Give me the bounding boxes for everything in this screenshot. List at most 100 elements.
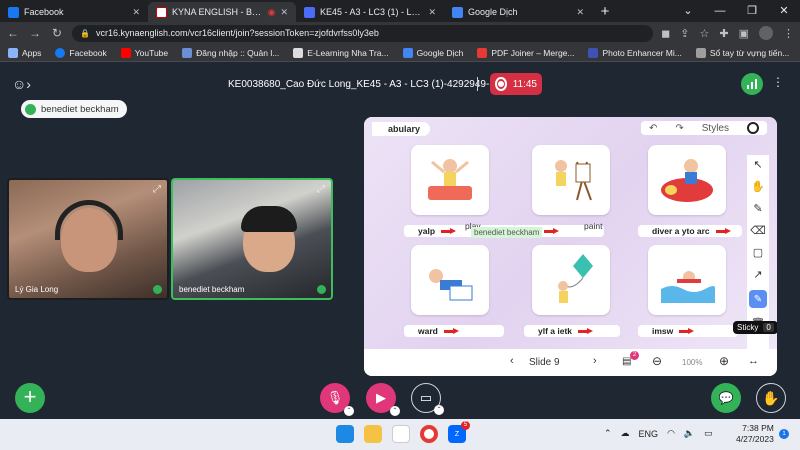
chevron-up-icon[interactable]: ⌃ xyxy=(344,406,354,416)
windows-start-icon[interactable] xyxy=(336,425,354,443)
tab-lesson-plan[interactable]: KE45 - A3 - LC3 (1) - Lesson Plan ✕ xyxy=(296,2,444,22)
slide-section-title: abulary xyxy=(372,122,431,136)
screen-share-button[interactable]: ▭ ⌃ xyxy=(411,383,444,415)
video-tile-teacher[interactable]: ⤢ Lý Gia Long xyxy=(7,178,169,300)
chevron-up-icon[interactable]: ⌃ xyxy=(390,406,400,416)
fit-width-icon[interactable]: ↔ xyxy=(748,355,759,367)
cloud-icon[interactable]: ☁ xyxy=(621,428,630,439)
participants-icon[interactable]: ☺› xyxy=(12,76,31,92)
zoom-out-icon[interactable]: ⊖ xyxy=(652,354,662,368)
bookmark-photo-enhancer[interactable]: Photo Enhancer Mi... xyxy=(588,47,682,58)
video-tile-student[interactable]: ⤢ benediet beckham xyxy=(171,178,333,300)
tab-search-icon[interactable]: ⌄ xyxy=(672,0,704,22)
profile-avatar[interactable] xyxy=(759,26,773,40)
battery-icon[interactable]: ▭ xyxy=(704,428,713,439)
browser-toolbar: ← → ↻ 🔒 vcr16.kynaenglish.com/vcr16clien… xyxy=(0,22,800,44)
browser-menu-icon[interactable]: ⋮ xyxy=(783,27,794,40)
bookmark-youtube[interactable]: YouTube xyxy=(120,47,168,58)
bookmark-label: PDF Joiner – Merge... xyxy=(491,47,575,58)
language-indicator[interactable]: ENG xyxy=(639,429,659,439)
undo-icon[interactable]: ↶ xyxy=(649,123,657,134)
close-icon[interactable]: ✕ xyxy=(576,7,584,18)
bookmark-label: Apps xyxy=(22,47,42,58)
chevron-up-icon[interactable]: ⌃ xyxy=(434,405,444,415)
network-signal-icon[interactable] xyxy=(741,73,763,95)
microphone-button[interactable]: 🎙 ⌃ xyxy=(320,383,354,416)
student-answer[interactable]: paint xyxy=(584,221,602,231)
chevron-up-icon[interactable]: ⌃ xyxy=(604,428,612,439)
minimize-icon[interactable]: — xyxy=(704,0,736,22)
vocab-card-play xyxy=(411,145,489,215)
tab-title: Facebook xyxy=(24,7,64,17)
recording-button[interactable]: 11:45 xyxy=(490,73,542,95)
google-translate-icon xyxy=(452,6,463,18)
sticky-note-icon[interactable]: ✎ xyxy=(749,290,767,308)
whiteboard[interactable]: ⊖ abulary ↶ ↷ Styles yalp play xyxy=(364,117,777,376)
add-button[interactable]: + xyxy=(15,383,45,413)
wifi-icon[interactable]: ◠ xyxy=(667,428,675,439)
expand-icon[interactable]: ⤢ xyxy=(153,184,161,195)
pen-icon[interactable]: ✎ xyxy=(753,202,762,215)
more-options-icon[interactable]: ⋮ xyxy=(772,75,784,89)
back-icon[interactable]: ← xyxy=(6,26,20,40)
bookmark-google-translate[interactable]: Google Dịch xyxy=(402,47,463,58)
google-translate-icon xyxy=(402,47,413,58)
kid-flying-kite-picture xyxy=(558,254,593,303)
slide-indicator[interactable]: Slide 9 xyxy=(529,357,560,368)
zalo-icon[interactable]: Z5 xyxy=(448,421,470,443)
reload-icon[interactable]: ↻ xyxy=(50,26,64,40)
bookmark-dang-nhap[interactable]: Đăng nhập :: Quản l... xyxy=(182,47,280,58)
notification-badge[interactable]: 1 xyxy=(779,429,789,439)
file-explorer-icon[interactable] xyxy=(364,425,382,443)
store-icon[interactable] xyxy=(392,425,410,443)
sidepanel-icon[interactable]: ▣ xyxy=(739,27,749,40)
bookmark-apps[interactable]: Apps xyxy=(8,47,42,58)
share-icon[interactable]: ⇪ xyxy=(680,27,689,40)
forward-icon[interactable]: → xyxy=(28,26,42,40)
lock-icon[interactable]: 🔒 xyxy=(80,29,90,38)
volume-icon[interactable]: 🔈 xyxy=(684,428,695,439)
hair-graphic xyxy=(241,206,297,232)
close-icon[interactable]: ✕ xyxy=(428,7,436,18)
bookmark-star-icon[interactable]: ☆ xyxy=(700,27,710,40)
tab-facebook[interactable]: Facebook ✕ xyxy=(0,2,148,22)
raise-hand-button[interactable]: ✋ xyxy=(756,383,786,413)
new-tab-button[interactable]: + xyxy=(592,2,618,22)
kid-drawing-picture xyxy=(429,269,473,301)
bookmark-pdf-joiner[interactable]: PDF Joiner – Merge... xyxy=(477,47,575,58)
close-icon[interactable]: ✕ xyxy=(132,7,140,18)
chrome-icon[interactable] xyxy=(420,425,438,443)
bookmark-label: Đăng nhập :: Quản l... xyxy=(196,47,280,58)
close-icon[interactable]: ✕ xyxy=(280,7,288,18)
tab-kyna-english[interactable]: KYNA ENGLISH - BRING MO ◉ ✕ xyxy=(148,2,296,22)
arrow-tool-icon[interactable]: ↗ xyxy=(753,268,762,281)
styles-color-icon[interactable] xyxy=(747,122,759,134)
chat-button[interactable]: 💬 xyxy=(711,383,741,413)
bookmark-so-tay[interactable]: Sổ tay từ vựng tiến... xyxy=(695,47,789,58)
previous-slide-icon[interactable]: ‹ xyxy=(510,355,514,367)
eraser-icon[interactable]: ⌫ xyxy=(750,224,766,237)
styles-label[interactable]: Styles xyxy=(702,123,729,134)
camera-button[interactable]: ▶ ⌃ xyxy=(366,383,400,416)
window-close-icon[interactable]: ✕ xyxy=(768,0,800,22)
next-slide-icon[interactable]: › xyxy=(593,355,597,367)
bookmark-label: Facebook xyxy=(69,47,107,58)
expand-icon[interactable]: ⤢ xyxy=(317,184,325,195)
bookmark-elearning[interactable]: E-Learning Nha Tra... xyxy=(293,47,389,58)
bookmark-facebook[interactable]: Facebook xyxy=(55,47,107,58)
maximize-icon[interactable]: ❐ xyxy=(736,0,768,22)
clock[interactable]: 7:38 PM 4/27/2023 xyxy=(736,423,774,445)
extensions-icon[interactable]: ✚ xyxy=(719,27,728,40)
rectangle-icon[interactable]: ▢ xyxy=(753,246,763,259)
tab-title: KYNA ENGLISH - BRING MO xyxy=(172,7,263,17)
facebook-icon xyxy=(55,47,66,58)
address-bar[interactable]: 🔒 vcr16.kynaenglish.com/vcr16client/join… xyxy=(72,24,654,42)
hand-pan-icon[interactable]: ✋ xyxy=(751,180,765,193)
camera-permission-icon[interactable]: ◼ xyxy=(661,27,670,40)
site-icon xyxy=(182,47,193,58)
slide-canvas[interactable]: ⊖ abulary ↶ ↷ Styles yalp play xyxy=(364,117,777,349)
select-pointer-icon[interactable]: ↖ xyxy=(753,158,762,171)
redo-icon[interactable]: ↷ xyxy=(675,123,683,134)
zoom-in-icon[interactable]: ⊕ xyxy=(719,354,729,368)
tab-google-translate[interactable]: Google Dịch ✕ xyxy=(444,2,592,22)
